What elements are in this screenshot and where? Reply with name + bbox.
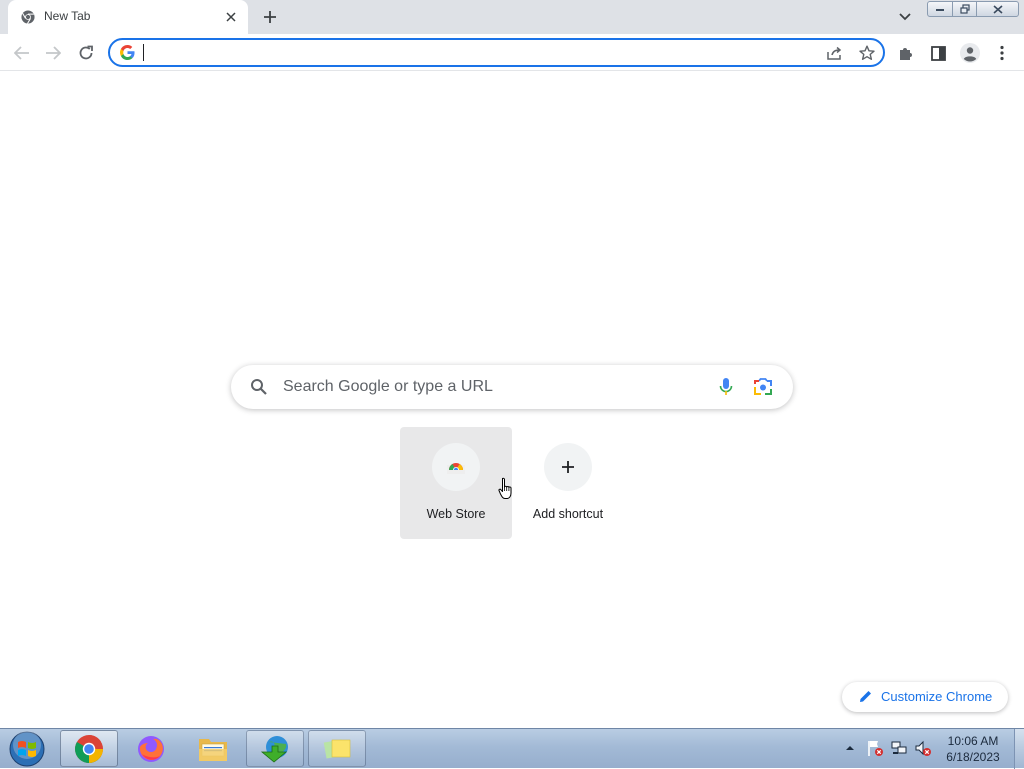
taskbar-app-file-explorer[interactable] (184, 730, 242, 767)
firefox-icon (138, 735, 164, 762)
chrome-icon (21, 10, 35, 24)
tab-search-button[interactable] (894, 7, 916, 27)
shortcut-icon-background (432, 443, 480, 491)
google-g-icon (120, 45, 135, 60)
chrome-menu-button[interactable] (989, 40, 1015, 66)
shortcut-tile-add-shortcut[interactable]: Add shortcut (512, 427, 624, 539)
show-desktop-button[interactable] (1014, 729, 1024, 769)
clock-time[interactable]: 10:06 AM (936, 734, 1010, 748)
window-restore-button[interactable] (952, 1, 977, 17)
window-close-button[interactable] (976, 1, 1019, 17)
plus-icon (562, 461, 574, 473)
taskbar-app-chrome[interactable] (60, 730, 118, 767)
ntp-search-placeholder: Search Google or type a URL (283, 378, 493, 395)
forward-button[interactable] (40, 40, 66, 66)
taskbar-app-firefox[interactable] (122, 730, 180, 767)
puzzle-icon (900, 48, 912, 60)
omnibox[interactable] (108, 38, 885, 67)
window-minimize-button[interactable] (927, 1, 953, 17)
network-icon[interactable] (890, 739, 908, 757)
arrow-left-icon (14, 46, 29, 60)
chrome-web-store-icon (447, 463, 465, 474)
text-caret (143, 44, 144, 61)
windows-start-icon (9, 731, 45, 767)
customize-chrome-button[interactable]: Customize Chrome (842, 682, 1008, 712)
browser-toolbar (0, 34, 1024, 71)
internet-download-manager-icon (260, 735, 288, 763)
share-button[interactable] (824, 43, 846, 63)
tab-strip: New Tab (0, 0, 1024, 34)
search-icon (251, 379, 267, 395)
tab-title: New Tab (44, 9, 91, 23)
windows-taskbar: 10:06 AM 6/18/2023 (0, 728, 1024, 769)
action-center-flag-icon[interactable] (866, 739, 884, 757)
close-icon (992, 4, 1003, 14)
chevron-down-icon (899, 13, 911, 21)
minimize-icon (936, 9, 944, 11)
pencil-icon (860, 691, 871, 702)
shortcut-label: Add shortcut (532, 507, 604, 521)
side-panel-button[interactable] (925, 40, 951, 66)
file-explorer-icon (199, 738, 227, 761)
lens-camera-icon[interactable] (753, 377, 773, 397)
star-icon (859, 45, 875, 60)
profile-icon (960, 43, 980, 63)
shortcut-tile-web-store[interactable]: Web Store (400, 427, 512, 539)
profile-button[interactable] (957, 40, 983, 66)
tab-new-tab[interactable]: New Tab (8, 0, 248, 34)
restore-icon (959, 4, 970, 14)
taskbar-app-sticky-notes[interactable] (308, 730, 366, 767)
address-bar-input[interactable] (142, 43, 802, 62)
new-tab-button[interactable] (258, 5, 282, 29)
hand-pointer-cursor (498, 477, 512, 499)
side-panel-icon (930, 45, 946, 61)
sticky-notes-icon (323, 739, 351, 758)
volume-muted-icon[interactable] (914, 739, 932, 757)
extensions-button[interactable] (893, 40, 919, 66)
show-hidden-icons-arrow[interactable] (844, 743, 856, 753)
start-button[interactable] (5, 730, 49, 768)
shortcut-label: Web Store (426, 507, 486, 521)
reload-icon (79, 45, 93, 60)
shortcut-icon-background (544, 443, 592, 491)
taskbar-app-internet-download-manager[interactable] (246, 730, 304, 767)
customize-chrome-label: Customize Chrome (881, 689, 993, 704)
ntp-search-box[interactable]: Search Google or type a URL (231, 365, 793, 409)
reload-button[interactable] (73, 40, 99, 66)
arrow-right-icon (46, 46, 61, 60)
kebab-menu-icon (1000, 45, 1004, 61)
back-button[interactable] (9, 40, 35, 66)
share-icon (827, 46, 842, 60)
plus-icon (264, 11, 276, 23)
tab-close-button[interactable] (222, 8, 240, 26)
bookmark-button[interactable] (856, 43, 878, 63)
close-icon (226, 12, 236, 22)
microphone-icon[interactable] (716, 377, 736, 397)
clock-date[interactable]: 6/18/2023 (936, 750, 1010, 764)
chrome-icon (75, 734, 103, 763)
